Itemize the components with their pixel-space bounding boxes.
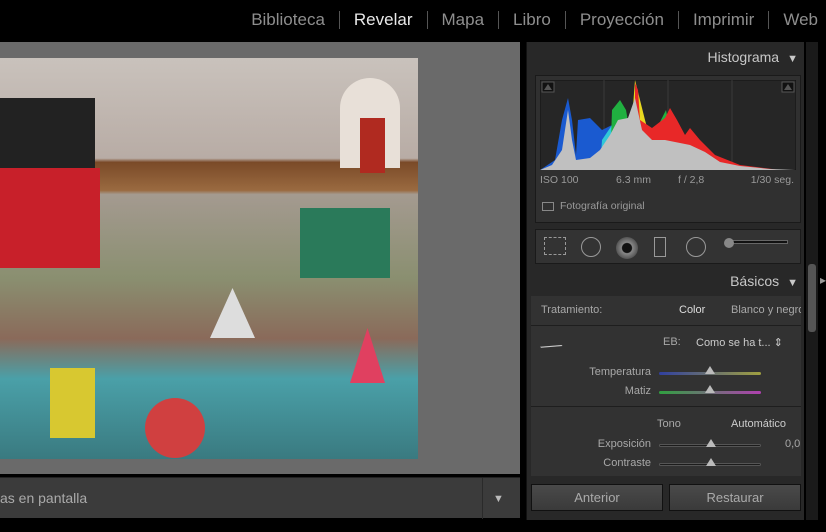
treatment-bw[interactable]: Blanco y negro: [731, 304, 801, 316]
histogram-graph: [540, 80, 796, 170]
module-mapa[interactable]: Mapa: [428, 10, 499, 30]
contrast-label: Contraste: [603, 457, 651, 469]
reset-button[interactable]: Restaurar: [669, 484, 801, 511]
tone-label: Tono: [657, 418, 681, 430]
photo-region: [0, 98, 95, 168]
module-revelar[interactable]: Revelar: [340, 10, 427, 30]
slider-thumb[interactable]: [706, 439, 716, 447]
bottom-toolbar: as en pantalla ▼: [0, 477, 520, 519]
basics-panel: Tratamiento: Color Blanco y negro ⟋ EB: …: [531, 296, 801, 476]
wb-dropdown[interactable]: Como se ha t... ⇕: [696, 336, 783, 349]
temp-label: Temperatura: [589, 366, 651, 378]
original-photo-checkbox[interactable]: Fotografía original: [542, 200, 645, 212]
collapse-icon: ▼: [787, 277, 798, 289]
basics-title: Básicos: [730, 273, 780, 289]
contrast-slider[interactable]: [659, 458, 761, 466]
photo-region: [350, 328, 385, 383]
histogram-panel: ISO 100 6.3 mm f / 2,8 1/30 seg. Fotogra…: [535, 75, 801, 223]
photo-region: [50, 368, 95, 438]
exif-aperture: f / 2,8: [678, 174, 705, 186]
module-web[interactable]: Web: [769, 10, 818, 30]
panel-scrollbar[interactable]: [806, 42, 818, 520]
slider-thumb[interactable]: [706, 458, 716, 466]
exif-focal-length: 6.3 mm: [616, 174, 652, 186]
toolbar-label: as en pantalla: [0, 490, 88, 506]
wb-label: EB:: [663, 336, 681, 348]
temp-slider[interactable]: [659, 366, 761, 375]
slider-thumb[interactable]: [705, 385, 715, 393]
exposure-slider[interactable]: [659, 439, 761, 447]
treatment-label: Tratamiento:: [541, 304, 603, 316]
image-canvas: [0, 42, 520, 474]
module-picker: Biblioteca Revelar Mapa Libro Proyección…: [0, 0, 826, 40]
crop-icon[interactable]: [544, 237, 566, 255]
photo-region: [300, 208, 390, 278]
auto-tone-button[interactable]: Automático: [731, 418, 786, 430]
basics-header[interactable]: Básicos ▼: [730, 273, 798, 289]
module-libro[interactable]: Libro: [499, 10, 565, 30]
photo-preview[interactable]: [0, 58, 418, 459]
exposure-value[interactable]: 0,0: [785, 438, 800, 450]
photo-region: [145, 398, 205, 458]
scrollbar-thumb[interactable]: [808, 264, 816, 332]
right-panel: Histograma ▼ ISO 100 6.3 mm f / 2,8 1/30 …: [526, 42, 804, 520]
photo-region: [210, 288, 255, 338]
brush-slider[interactable]: [726, 240, 788, 244]
photo-region: [360, 118, 385, 173]
previous-button[interactable]: Anterior: [531, 484, 663, 511]
slider-thumb[interactable]: [705, 366, 715, 374]
histogram-title: Histograma: [707, 49, 780, 65]
tint-slider[interactable]: [659, 385, 761, 394]
tint-label: Matiz: [624, 385, 651, 397]
brush-icon[interactable]: [724, 238, 734, 248]
original-photo-label: Fotografía original: [560, 200, 645, 212]
photo-region: [0, 168, 100, 268]
eyedropper-icon[interactable]: ⟋: [536, 332, 566, 361]
collapse-panel-arrow-icon[interactable]: ▸: [820, 273, 826, 287]
red-eye-icon[interactable]: [616, 237, 638, 259]
module-proyeccion[interactable]: Proyección: [566, 10, 678, 30]
chevron-down-icon: ▼: [493, 492, 504, 505]
collapse-icon: ▼: [787, 53, 798, 65]
checkbox-icon: [542, 201, 554, 211]
exposure-label: Exposición: [597, 438, 651, 450]
module-imprimir[interactable]: Imprimir: [679, 10, 768, 30]
exif-shutter: 1/30 seg.: [750, 174, 794, 186]
spot-removal-icon[interactable]: [581, 237, 601, 257]
histogram-header[interactable]: Histograma ▼: [708, 49, 798, 65]
toolbar-menu-button[interactable]: ▼: [482, 478, 514, 519]
treatment-color[interactable]: Color: [679, 304, 705, 316]
wb-value: Como se ha t...: [696, 337, 771, 349]
radial-filter-icon[interactable]: [686, 237, 706, 257]
graduated-filter-icon[interactable]: [654, 237, 666, 257]
module-biblioteca[interactable]: Biblioteca: [237, 10, 339, 30]
exif-iso: ISO 100: [540, 174, 579, 186]
tool-strip: [535, 229, 801, 264]
